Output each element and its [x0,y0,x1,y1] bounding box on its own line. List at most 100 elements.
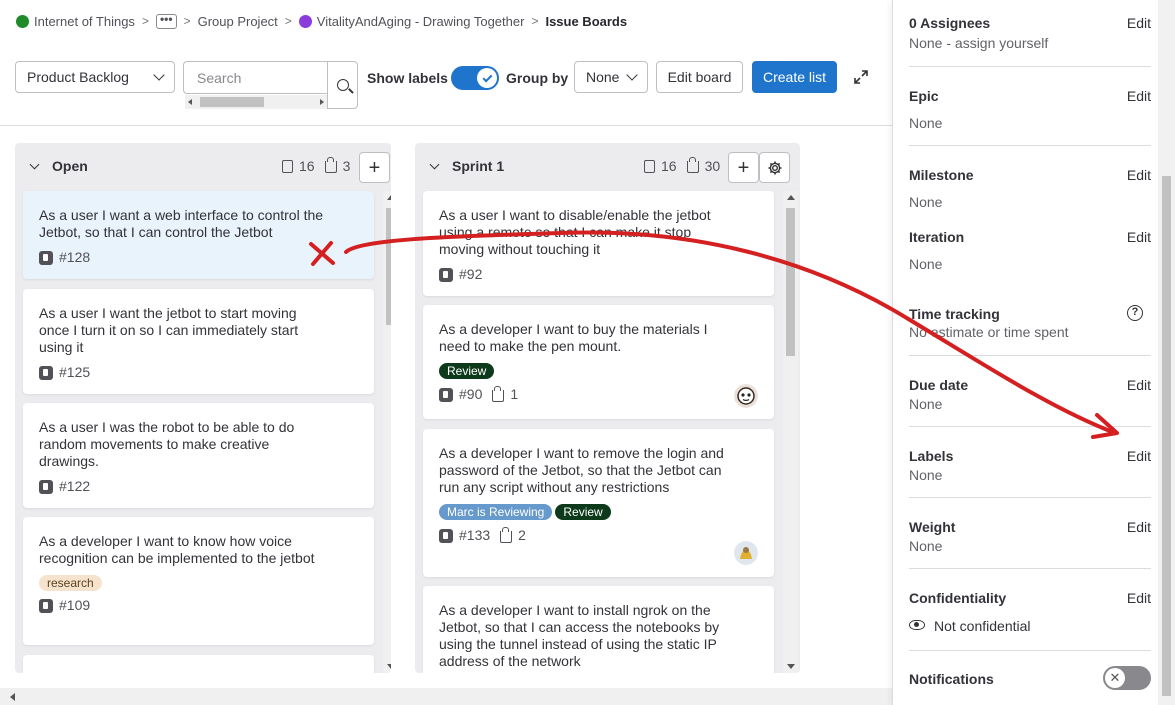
label-chip[interactable]: research [39,575,102,591]
scroll-down-icon[interactable] [787,664,795,669]
issue-card[interactable]: As a user I was the robot to be able to … [23,403,374,508]
breadcrumb: Internet of Things > ••• > Group Project… [16,12,627,30]
label-chip[interactable]: Review [439,363,495,379]
list-title: Sprint 1 [452,158,505,174]
scrollbar-thumb[interactable] [786,208,795,356]
label-chip[interactable]: Review [555,504,611,520]
show-labels-toggle[interactable] [451,66,499,90]
breadcrumb-group[interactable]: Internet of Things [16,14,135,29]
iteration-edit-button[interactable]: Edit [1127,229,1151,245]
scrollbar-thumb[interactable] [200,97,264,107]
expand-icon[interactable] [853,69,869,85]
scroll-down-icon[interactable] [387,664,391,669]
assignee-avatar[interactable] [734,541,758,565]
sidebar-notifications: Notifications ✕ [909,651,1151,705]
assignees-value[interactable]: None - assign yourself [909,35,1048,51]
board-select[interactable]: Product Backlog [15,61,175,93]
sidebar-scrollbar[interactable] [1158,0,1175,705]
issue-card[interactable]: As a user I want a web interface to cont… [23,191,374,279]
new-issue-button[interactable]: + [359,152,390,183]
confidentiality-edit-button[interactable]: Edit [1127,590,1151,606]
label-chip[interactable]: Marc is Reviewing [439,504,553,520]
board-horizontal-scrollbar[interactable] [0,688,892,705]
list-counts: 16 30 [644,157,721,174]
card-meta: #109 [39,597,358,614]
issue-type-icon [39,250,53,265]
issue-weight: 2 [518,527,526,543]
scroll-right-icon[interactable] [320,99,324,105]
group-by-select[interactable]: None [574,61,648,93]
issue-card[interactable]: As a user I want to disable/enable the j… [423,191,774,296]
breadcrumb-item-group-project[interactable]: Group Project [198,14,278,29]
edit-board-button[interactable]: Edit board [656,61,743,93]
scroll-left-icon[interactable] [10,693,15,701]
card-title[interactable]: As a user I want to disable/enable the j… [439,207,729,258]
epic-edit-button[interactable]: Edit [1127,88,1151,104]
collapse-chevron-icon[interactable] [429,159,440,169]
card-title[interactable]: As a developer I want to know how voice … [39,533,329,567]
issue-card[interactable]: As a user I want the jetbot to start mov… [23,289,374,394]
breadcrumb-item-project[interactable]: VitalityAndAging - Drawing Together [317,14,525,29]
card-title[interactable]: As a user I want the jetbot to start mov… [39,305,329,356]
due-date-edit-button[interactable]: Edit [1127,377,1151,393]
milestone-title: Milestone [909,167,974,183]
collapse-chevron-icon[interactable] [29,159,40,169]
issue-card[interactable]: As a developer I want to install ngrok o… [423,586,774,673]
assignee-avatar[interactable] [734,384,758,408]
breadcrumb-separator: > [183,14,191,28]
labels-edit-button[interactable]: Edit [1127,448,1151,464]
list-scrollbar[interactable] [783,191,798,673]
issue-card[interactable]: As a developer I want to buy the materia… [423,305,774,419]
list-title: Open [52,158,88,174]
epic-value: None [909,115,943,131]
list-scrollbar[interactable] [383,191,391,673]
create-list-button[interactable]: Create list [752,61,837,93]
breadcrumb-item-group[interactable]: Internet of Things [34,14,135,29]
issue-ref: #128 [59,249,91,265]
breadcrumb-project[interactable]: VitalityAndAging - Drawing Together [298,14,525,29]
issue-card[interactable]: As a developer I want to know how voice … [23,517,374,645]
issue-ref: #109 [59,597,91,613]
eye-icon [909,620,925,630]
epic-title: Epic [909,88,939,104]
issue-ref: #92 [459,266,483,282]
card-labels: Marc is Reviewing Review [439,496,758,520]
scroll-left-icon[interactable] [188,99,192,105]
issue-type-icon [439,267,453,282]
card-title[interactable]: As a developer I want to install ngrok o… [439,602,729,670]
weight-icon [492,385,505,402]
milestone-edit-button[interactable]: Edit [1127,167,1151,183]
close-icon: ✕ [1105,668,1125,688]
assignees-edit-button[interactable]: Edit [1127,15,1151,31]
issue-sidebar: 0 Assignees Edit None - assign yourself … [892,0,1175,705]
issue-count: 16 [661,158,677,174]
notifications-toggle[interactable]: ✕ [1103,666,1151,690]
card-title[interactable]: As a developer I want to buy the materia… [439,321,729,355]
scroll-up-icon[interactable] [387,195,391,200]
issue-count: 16 [299,158,315,174]
scrollbar-thumb[interactable] [1162,176,1171,696]
breadcrumb-more-button[interactable]: ••• [155,13,177,29]
new-issue-button[interactable]: + [728,152,759,183]
breadcrumb-item-issue-boards[interactable]: Issue Boards [545,14,627,29]
issue-card[interactable] [23,655,374,673]
card-title[interactable]: As a user I want a web interface to cont… [39,207,329,241]
sidebar-labels: Labels Edit None [909,427,1151,498]
weight-edit-button[interactable]: Edit [1127,519,1151,535]
search-input[interactable]: Search [183,61,328,94]
search-scrollbar[interactable] [185,95,327,109]
list-settings-button[interactable] [759,152,790,183]
scroll-up-icon[interactable] [787,195,795,200]
search-button[interactable] [327,61,358,109]
issue-card[interactable]: As a developer I want to remove the logi… [423,429,774,577]
issue-ref: #125 [59,364,91,380]
help-icon[interactable]: ? [1127,305,1143,321]
card-title[interactable]: As a user I was the robot to be able to … [39,419,329,470]
labels-value: None [909,467,943,483]
card-title[interactable]: As a developer I want to remove the logi… [439,445,729,496]
issues-icon [282,159,293,173]
search-area: Search [183,61,358,109]
group-by-label: Group by [506,70,569,86]
weight-count: 30 [704,158,721,174]
scrollbar-thumb[interactable] [386,208,391,325]
